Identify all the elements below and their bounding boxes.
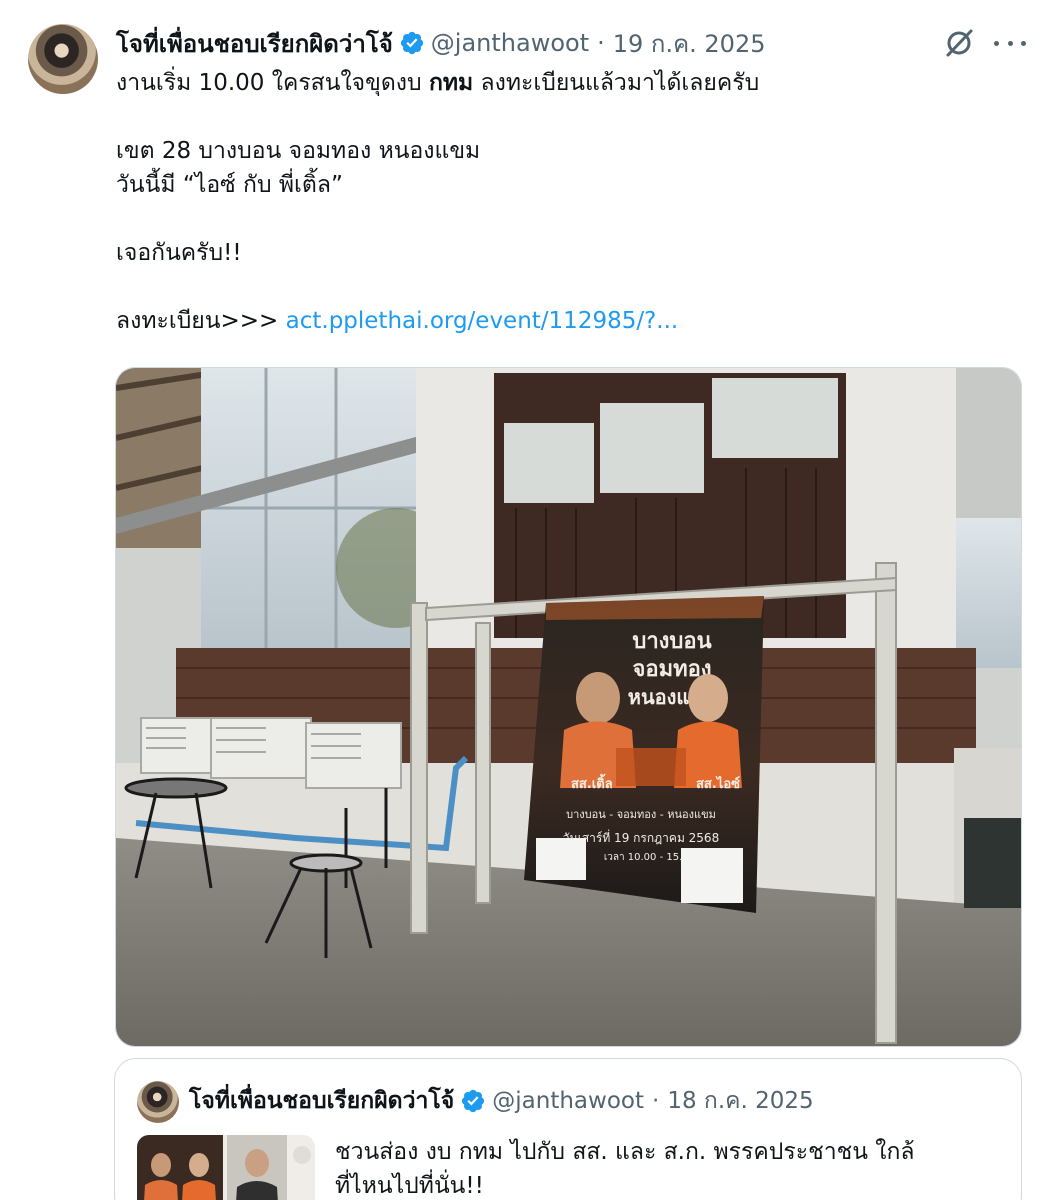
quoted-verified-badge-icon — [462, 1089, 485, 1113]
bold-keyword: กทม — [428, 70, 474, 96]
avatar[interactable] — [28, 24, 98, 94]
svg-text:สส.ไอซ์: สส.ไอซ์ — [696, 775, 740, 792]
quoted-header: โจที่เพื่อนชอบเรียกผิดว่าโจ้ @janthawoot… — [189, 1085, 814, 1117]
event-link[interactable]: act.pplethai.org/event/112985/?... — [286, 308, 679, 334]
tweet-photo[interactable]: บางบอน จอมทอง หนองแขม สส.เติ้ล สส.ไอซ์ บ… — [115, 367, 1022, 1047]
tweet-text: งานเริ่ม 10.00 ใครสนใจขุดงบ กทม ลงทะเบีย… — [116, 66, 1016, 338]
quoted-handle[interactable]: @janthawoot — [492, 1088, 644, 1114]
svg-text:บางบอน - จอมทอง - หนองแขม: บางบอน - จอมทอง - หนองแขม — [566, 808, 716, 821]
quoted-separator: · — [652, 1088, 660, 1114]
tweet-date[interactable]: 19 ก.ค. 2025 — [613, 24, 766, 63]
tweet-line-2: เขต 28 บางบอน จอมทอง หนองแขม — [116, 138, 481, 164]
tweet-line-4: เจอกันครับ!! — [116, 240, 242, 266]
tweet: โจที่เพื่อนชอบเรียกผิดว่าโจ้ @janthawoot… — [0, 0, 1059, 1200]
grok-icon[interactable] — [942, 26, 976, 60]
tweet-line-1: งานเริ่ม 10.00 ใครสนใจขุดงบ กทม ลงทะเบีย… — [116, 70, 760, 96]
quoted-text-line-2: ที่ไหนไปที่นั่น!! — [335, 1173, 484, 1199]
quoted-date[interactable]: 18 ก.ค. 2025 — [667, 1083, 813, 1119]
separator: · — [597, 29, 605, 57]
author-display-name[interactable]: โจที่เพื่อนชอบเรียกผิดว่าโจ้ — [116, 24, 393, 63]
quoted-tweet[interactable]: โจที่เพื่อนชอบเรียกผิดว่าโจ้ @janthawoot… — [114, 1058, 1022, 1200]
tweet-header: โจที่เพื่อนชอบเรียกผิดว่าโจ้ @janthawoot… — [116, 26, 765, 60]
quoted-avatar[interactable] — [137, 1081, 179, 1123]
quoted-display-name[interactable]: โจที่เพื่อนชอบเรียกผิดว่าโจ้ — [189, 1083, 454, 1119]
event-banner: บางบอน จอมทอง หนองแขม สส.เติ้ล สส.ไอซ์ บ… — [524, 596, 764, 913]
more-icon[interactable] — [994, 30, 1026, 56]
quoted-thumbnail[interactable] — [137, 1135, 315, 1200]
svg-text:วันเสาร์ที่ 19 กรกฎาคม 2568: วันเสาร์ที่ 19 กรกฎาคม 2568 — [563, 829, 719, 845]
svg-text:บางบอน: บางบอน — [632, 629, 711, 654]
quoted-text-line-1: ชวนส่อง งบ กทม ไปกับ สส. และ ส.ก. พรรคปร… — [335, 1139, 915, 1165]
tweet-line-register: ลงทะเบียน>>> act.pplethai.org/event/1129… — [116, 308, 679, 334]
author-handle[interactable]: @janthawoot — [431, 29, 589, 57]
verified-badge-icon — [400, 31, 423, 55]
tweet-line-3: วันนี้มี “ไอซ์ กับ พี่เติ้ล” — [116, 172, 343, 198]
quoted-text: ชวนส่อง งบ กทม ไปกับ สส. และ ส.ก. พรรคปร… — [335, 1135, 995, 1200]
